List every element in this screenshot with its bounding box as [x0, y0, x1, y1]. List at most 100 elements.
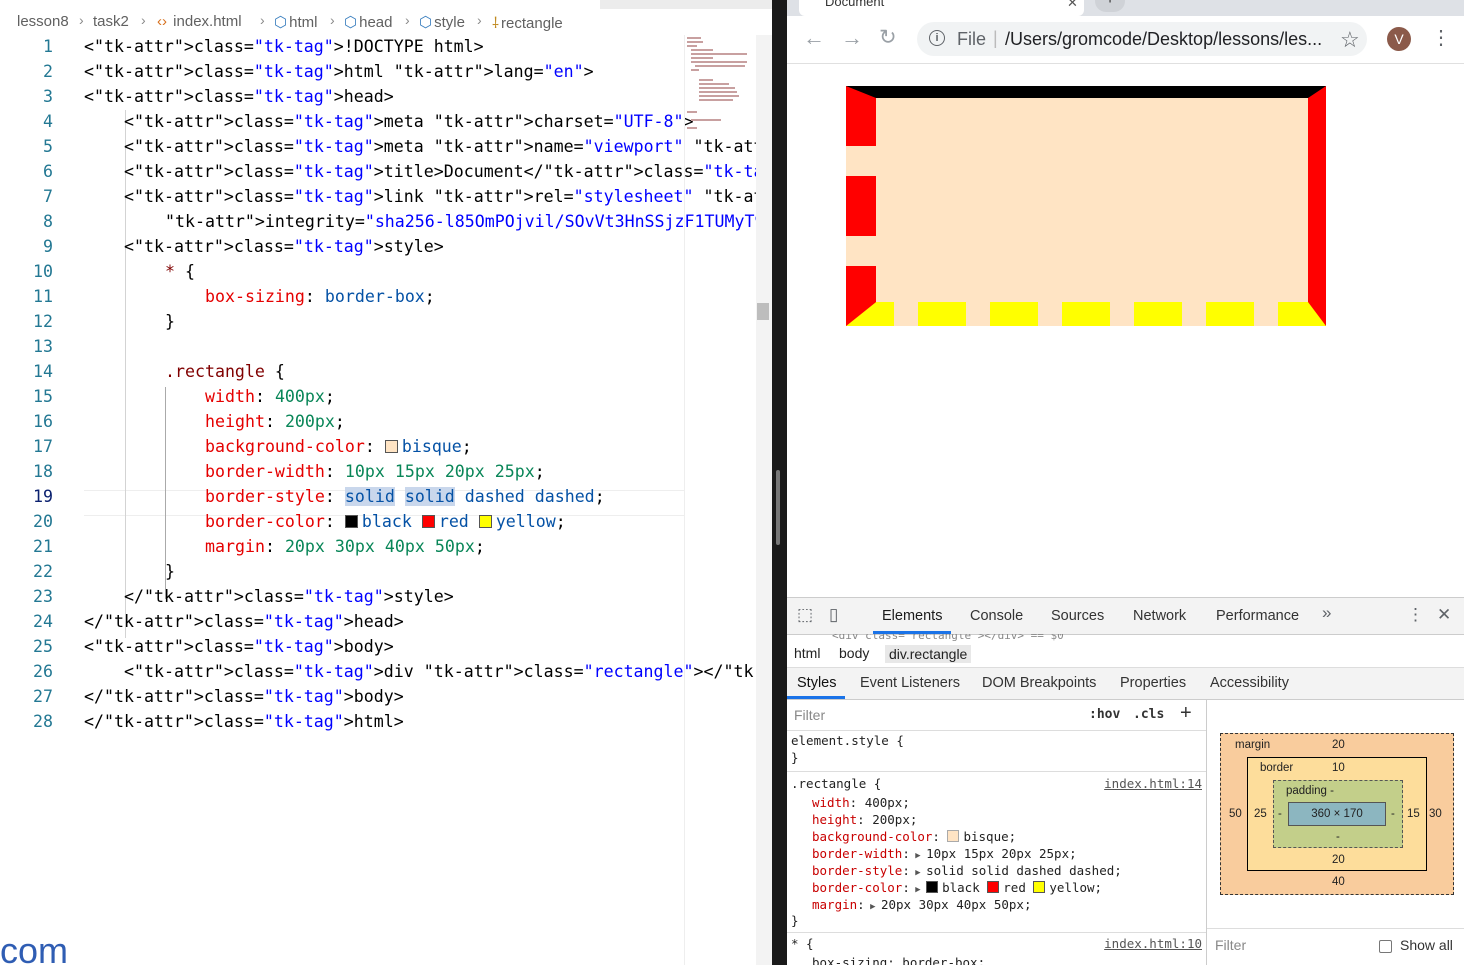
line-number: 21 — [33, 537, 53, 556]
close-icon[interactable]: ✕ — [1067, 0, 1078, 11]
add-rule-icon[interactable]: + — [1180, 702, 1192, 725]
breadcrumb-item-style[interactable]: ⬡ style — [419, 13, 465, 31]
universal-rule-selector[interactable]: * { — [791, 936, 814, 951]
breadcrumb-item-lesson8[interactable]: lesson8 — [17, 13, 69, 30]
class-toggle[interactable]: .cls — [1133, 707, 1164, 722]
margin-left-value[interactable]: 50 — [1229, 808, 1242, 820]
code-editor[interactable]: lesson8 › task2 › ‹› index.html › ⬡ html … — [0, 0, 772, 965]
style-declaration[interactable]: background-color: bisque; — [812, 829, 1016, 844]
resize-handle[interactable] — [776, 470, 780, 545]
breadcrumb-item-task2[interactable]: task2 — [93, 13, 129, 30]
line-number: 24 — [33, 612, 53, 631]
line-number: 15 — [33, 387, 53, 406]
style-declaration[interactable]: border-width: ▶ 10px 15px 20px 25px; — [812, 846, 1077, 861]
new-tab-button[interactable]: + — [1095, 0, 1125, 12]
color-swatch[interactable] — [926, 881, 939, 893]
editor-scrollbar-thumb[interactable] — [757, 303, 769, 320]
tab-network[interactable]: Network — [1133, 608, 1186, 624]
line-number: 20 — [33, 512, 53, 531]
styles-filter-input[interactable]: Filter — [787, 704, 1084, 726]
code-line: background-color: bisque; — [205, 437, 472, 456]
border-left-value[interactable]: 25 — [1254, 808, 1267, 820]
more-vert-icon[interactable]: ⋮ — [1407, 605, 1424, 625]
color-swatch[interactable] — [947, 830, 960, 842]
address-bar[interactable]: i File | /Users/gromcode/Desktop/lessons… — [917, 22, 1367, 56]
info-icon[interactable]: i — [929, 30, 945, 46]
styles-filter-bar: Filter :hov .cls + — [787, 700, 1206, 731]
code-line: <"tk-attr">class="tk-tag">div "tk-attr">… — [124, 662, 772, 681]
style-declaration[interactable]: width: 400px; — [812, 795, 910, 810]
tab-title: Document — [825, 0, 885, 9]
line-number: 16 — [33, 412, 53, 431]
style-declaration[interactable]: margin: ▶ 20px 30px 40px 50px; — [812, 897, 1031, 912]
code-line: <"tk-attr">class="tk-tag">link "tk-attr"… — [124, 187, 772, 206]
crumb-div-rectangle[interactable]: div.rectangle — [885, 645, 972, 663]
breadcrumb-item-head[interactable]: ⬡ head — [344, 13, 392, 31]
rendered-rectangle — [846, 86, 1326, 326]
style-declaration[interactable]: border-style: ▶ solid solid dashed dashe… — [812, 863, 1122, 878]
dom-tree-line[interactable]: <div class="rectangle"></div> == $0 — [787, 634, 1464, 642]
more-tabs-icon[interactable]: » — [1322, 603, 1331, 623]
margin-bottom-value[interactable]: 40 — [1332, 876, 1345, 888]
breadcrumb-item-file[interactable]: ‹› index.html — [157, 13, 242, 30]
more-vert-icon[interactable]: ⋮ — [1431, 25, 1451, 50]
computed-filter-input[interactable]: Filter — [1215, 937, 1246, 953]
tab-accessibility[interactable]: Accessibility — [1210, 675, 1289, 691]
html-file-icon: ‹› — [157, 13, 167, 30]
margin-top-value[interactable]: 20 — [1332, 739, 1345, 751]
color-swatch[interactable] — [1033, 881, 1046, 893]
device-toolbar-icon[interactable]: ▯ — [829, 605, 838, 625]
tab-sources[interactable]: Sources — [1051, 608, 1104, 624]
element-style-selector[interactable]: element.style { — [791, 733, 904, 748]
tab-event-listeners[interactable]: Event Listeners — [860, 675, 960, 691]
box-model-content[interactable]: 360 × 170 — [1288, 802, 1386, 826]
code-line: border-color: black red yellow; — [205, 512, 566, 531]
crumb-body[interactable]: body — [839, 645, 869, 661]
universal-rule-source-link[interactable]: index.html:10 — [1104, 936, 1202, 951]
tab-console[interactable]: Console — [970, 608, 1023, 624]
tab-dom-breakpoints[interactable]: DOM Breakpoints — [982, 675, 1096, 691]
padding-bottom-value[interactable]: - — [1336, 831, 1340, 843]
breadcrumb-item-html[interactable]: ⬡ html — [274, 13, 317, 31]
style-declaration[interactable]: box-sizing: border-box; — [812, 955, 985, 965]
expand-triangle-icon[interactable]: ▶ — [910, 851, 926, 861]
back-arrow-icon[interactable]: ← — [803, 25, 825, 51]
expand-triangle-icon[interactable]: ▶ — [910, 868, 926, 878]
show-all-checkbox[interactable] — [1379, 940, 1392, 953]
reload-icon[interactable]: ↻ — [879, 25, 897, 50]
expand-triangle-icon[interactable]: ▶ — [865, 902, 881, 912]
expand-triangle-icon[interactable]: ▶ — [910, 885, 926, 895]
border-bottom-value[interactable]: 20 — [1332, 854, 1345, 866]
browser-tab[interactable]: Document ✕ — [799, 0, 1084, 16]
box-model-border-label: border — [1260, 762, 1294, 774]
padding-right-value[interactable]: - — [1391, 808, 1395, 820]
code-line: <"tk-attr">class="tk-tag">meta "tk-attr"… — [124, 112, 694, 131]
border-top-value[interactable]: 10 — [1332, 762, 1345, 774]
line-number: 5 — [43, 137, 53, 156]
rectangle-rule-source-link[interactable]: index.html:14 — [1104, 776, 1202, 791]
style-declaration[interactable]: border-color: ▶ black red yellow; — [812, 880, 1102, 895]
code-line: </"tk-attr">class="tk-tag">style> — [124, 587, 454, 606]
padding-left-value[interactable]: - — [1278, 808, 1282, 820]
tab-styles[interactable]: Styles — [797, 675, 837, 691]
border-right-value[interactable]: 15 — [1407, 808, 1420, 820]
line-number: 25 — [33, 637, 53, 656]
tab-elements[interactable]: Elements — [882, 608, 942, 624]
rectangle-rule-selector[interactable]: .rectangle { — [791, 776, 881, 791]
forward-arrow-icon[interactable]: → — [841, 25, 863, 51]
hover-state-toggle[interactable]: :hov — [1089, 707, 1120, 722]
tab-properties[interactable]: Properties — [1120, 675, 1186, 691]
inspect-element-icon[interactable]: ⬚ — [797, 605, 813, 625]
breadcrumb-label: index.html — [173, 13, 242, 30]
star-icon[interactable]: ☆ — [1340, 27, 1360, 53]
style-declaration[interactable]: height: 200px; — [812, 812, 917, 827]
editor-scrollbar[interactable] — [756, 35, 772, 965]
close-icon[interactable]: ✕ — [1437, 605, 1451, 625]
color-swatch[interactable] — [987, 881, 1000, 893]
avatar[interactable]: V — [1387, 27, 1411, 51]
tab-performance[interactable]: Performance — [1216, 608, 1299, 624]
crumb-html[interactable]: html — [794, 645, 820, 661]
breadcrumb-item-rectangle[interactable]: ⸸ rectangle — [492, 13, 563, 33]
margin-right-value[interactable]: 30 — [1429, 808, 1442, 820]
url-text[interactable]: /Users/gromcode/Desktop/lessons/les... — [1005, 29, 1322, 50]
